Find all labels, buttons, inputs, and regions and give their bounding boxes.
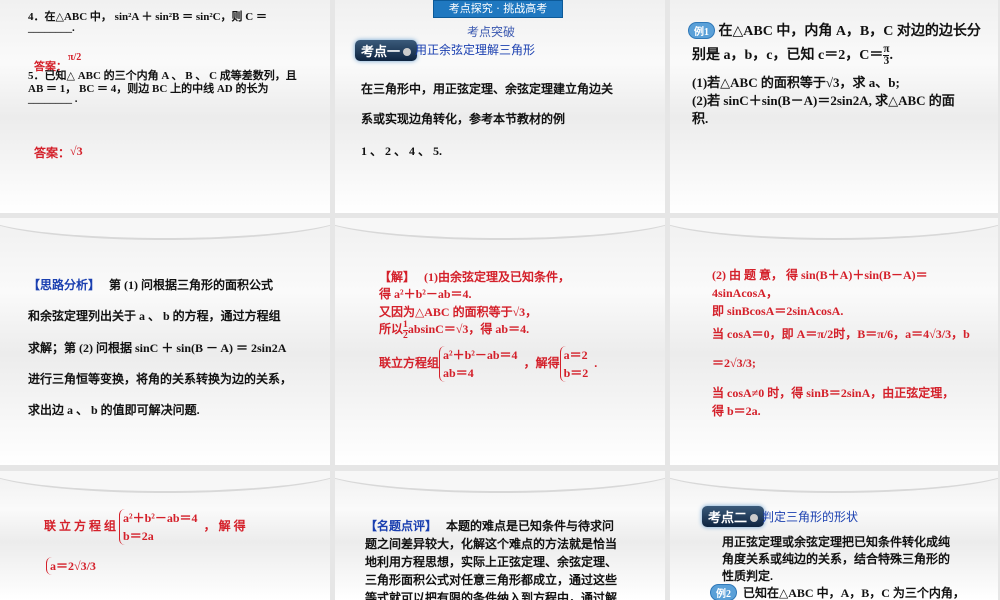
body-line: 得 b＝2a.: [712, 404, 761, 418]
body-line: (1)若△ABC 的面积等于√3，求 a、b;: [692, 75, 900, 90]
section-label: 【解】: [379, 270, 416, 284]
slide-7[interactable]: 联 立 方 程 组 a²＋b²－ab＝4 b＝2a ， 解 得 a＝2√3/3: [0, 471, 330, 600]
topic-badge: 考点一: [355, 40, 418, 61]
answer-value: √3: [70, 144, 83, 158]
body-line: 当 cosA＝0，即 A＝π/2时，B＝π/6，a＝4√3/3，b: [712, 327, 970, 341]
body-line: 别是 a，b，c，已知 c＝2，C＝: [692, 48, 884, 63]
body-line: 求出边 a 、 b 的值即可解决问题.: [28, 403, 200, 417]
section-label: 【名题点评】: [365, 519, 438, 533]
equation-system: a²＋b²－ab＝4 b＝2a: [119, 509, 198, 545]
answer-value: π/2: [68, 52, 82, 63]
section-subtitle: 考点突破: [467, 25, 516, 39]
body-line: 进行三角恒等变换，将角的关系转换为边的关系，: [28, 372, 293, 386]
slide-2[interactable]: 考点探究 · 挑战高考 考点突破 考点一 用正余弦定理解三角形 在三角形中，用正…: [335, 0, 665, 213]
body-line: 三角形面积公式对任意三角形都成立，通过这些: [365, 573, 618, 587]
body-line: 在△ABC 中，内角 A，B，C 对边的边长分: [718, 24, 981, 39]
example-badge: 例1: [688, 22, 715, 39]
body-line: absinC＝√3，得 ab＝4.: [407, 322, 530, 336]
body-line: 求解；第 (2) 问根据 sinC ＋ sin(B － A) ＝ 2sin2A: [28, 341, 287, 355]
body-line: 当 cosA≠0 时，得 sinB＝2sinA，由正弦定理，: [712, 386, 955, 400]
body-line: ，解得: [523, 355, 560, 370]
body-line: 即 sinBcosA＝2sinAcosA.: [712, 304, 844, 318]
slide-4[interactable]: 【思路分析】 第 (1) 问根据三角形的面积公式 和余弦定理列出关于 a 、 b…: [0, 218, 330, 465]
body-line: 地利用方程思想，实际上正弦定理、余弦定理、: [365, 555, 618, 569]
solution-system: a＝2 b＝2: [559, 346, 588, 382]
body-line: ， 解 得: [203, 518, 246, 533]
body-line: (2) 由 题 意， 得 sin(B＋A)＋sin(B－A)＝: [712, 268, 928, 282]
body-line: 得 a²＋b²－ab＝4.: [379, 287, 472, 301]
body-line: ＝2√3/3;: [712, 356, 756, 370]
body-line: 联立方程组: [379, 355, 440, 370]
body-line: (2)若 sinC＋sin(B－A)＝2sin2A, 求△ABC 的面: [692, 93, 955, 108]
topic-badge: 考点二: [702, 506, 765, 527]
body-line: (1)由余弦定理及已知条件，: [424, 270, 571, 284]
body-line: 积.: [692, 111, 709, 126]
body-line: 本题的难点是已知条件与待求问: [446, 519, 615, 533]
body-line: 题之间差异较大，化解这个难点的方法就是恰当: [365, 537, 618, 551]
slide-8[interactable]: 【名题点评】 本题的难点是已知条件与待求问 题之间差异较大，化解这个难点的方法就…: [335, 471, 665, 600]
topic-title: 用正余弦定理解三角形: [415, 43, 536, 57]
answer-label: 答案：: [34, 146, 71, 160]
slide-5[interactable]: 【解】 (1)由余弦定理及已知条件， 得 a²＋b²－ab＝4. 又因为△ABC…: [335, 218, 665, 465]
solution-system: a＝2√3/3: [46, 557, 96, 575]
body-line: 和余弦定理列出关于 a 、 b 的方程，通过方程组: [28, 309, 281, 323]
body-line: 1 、 2 、 4 、 5.: [361, 144, 443, 158]
topic-badge-label: 考点二: [708, 511, 748, 526]
body-line: 用正弦定理或余弦定理把已知条件转化成纯: [722, 535, 951, 549]
body-line: 联 立 方 程 组: [44, 518, 117, 533]
body-line: 4sinAcosA，: [712, 286, 779, 300]
blank: ________ .: [28, 93, 78, 105]
body-line: 等式就可以把有限的条件纳入到方程中，通过解: [365, 591, 618, 600]
body-line: 性质判定.: [722, 569, 774, 583]
body-line: 又因为△ABC 的面积等于√3，: [379, 305, 538, 319]
body-line: 第 (1) 问根据三角形的面积公式: [109, 278, 274, 292]
bullet-icon: [750, 514, 759, 522]
bullet-icon: [403, 48, 412, 56]
body-line: 已知在△ABC 中，A，B，C 为三个内角，: [743, 586, 965, 600]
section-header: 考点探究 · 挑战高考: [433, 0, 563, 18]
body-line: 角度关系或纯边的关系，结合特殊三角形的: [722, 552, 951, 566]
topic-badge-label: 考点一: [361, 45, 401, 60]
example-badge: 例2: [710, 584, 737, 600]
topic-title: 判定三角形的形状: [762, 510, 859, 524]
slide-3[interactable]: 例1 在△ABC 中，内角 A，B，C 对边的边长分 别是 a，b，c，已知 c…: [670, 0, 998, 213]
slide-6[interactable]: (2) 由 题 意， 得 sin(B＋A)＋sin(B－A)＝ 4sinAcos…: [670, 218, 998, 465]
body-line: 在三角形中，用正弦定理、余弦定理建立角边关: [361, 82, 614, 96]
blank: ________.: [28, 22, 75, 34]
equation-system: a²＋b²－ab＝4 ab＝4: [439, 346, 518, 382]
slide-9[interactable]: 考点二 判定三角形的形状 用正弦定理或余弦定理把已知条件转化成纯 角度关系或纯边…: [670, 471, 998, 600]
slide-1[interactable]: 4．在△ABC 中， sin²A ＋ sin²B ＝ sin²C，则 C ＝ _…: [0, 0, 330, 213]
section-label: 【思路分析】: [28, 278, 101, 292]
body-line: 系或实现边角转化，参考本节教材的例: [361, 112, 566, 126]
body-line: 所以: [379, 322, 404, 336]
fraction: π3: [883, 43, 890, 68]
